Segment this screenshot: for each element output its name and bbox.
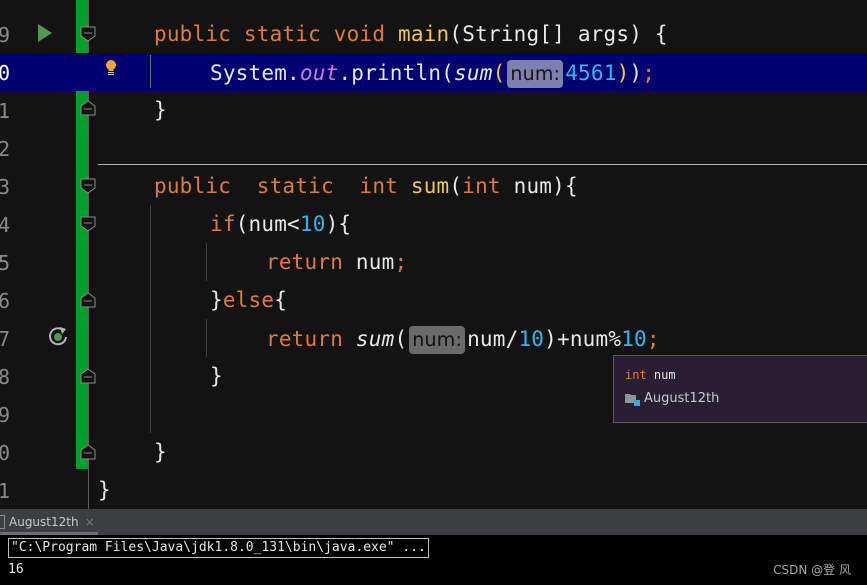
run-console[interactable]: "C:\Program Files\Java\jdk1.8.0_131\bin\… (0, 535, 867, 585)
popup-location[interactable]: August12th (625, 391, 719, 406)
fold-end-icon[interactable] (80, 444, 96, 460)
line-number: 4 (0, 213, 11, 237)
code-text: } (154, 440, 167, 464)
line-number: 0 (0, 441, 11, 465)
code-text: return sum(num: num/10)+num%10; (266, 326, 660, 354)
lightbulb-icon[interactable] (104, 59, 118, 77)
watermark: CSDN @登 风 (773, 563, 851, 577)
line-number: 1 (0, 479, 11, 503)
popup-signature: int num (625, 368, 676, 382)
code-line[interactable]: 9 public static void main(String[] args)… (0, 15, 867, 53)
code-text: System.out.println(sum(num: 4561)); (210, 60, 655, 88)
run-config-icon (0, 515, 5, 529)
code-line[interactable]: 5 return num; (0, 243, 867, 281)
line-number: 7 (0, 327, 11, 351)
code-line-current[interactable]: 0 System.out.println(sum(num: 4561)); (0, 53, 867, 91)
indent-guide (150, 55, 151, 88)
fold-end-icon[interactable] (80, 368, 96, 384)
line-number: 5 (0, 251, 11, 275)
code-line[interactable]: 1 } (0, 471, 867, 509)
line-number: 6 (0, 289, 11, 313)
fold-end-icon[interactable] (80, 292, 96, 308)
line-number: 3 (0, 175, 11, 199)
code-text: return num; (266, 250, 408, 274)
code-text: } (154, 98, 167, 122)
parameter-hint: num: (409, 326, 466, 354)
code-text: }else{ (210, 288, 288, 312)
run-icon[interactable] (37, 24, 53, 42)
tab-label: August12th (9, 515, 79, 529)
line-number: 8 (0, 365, 11, 389)
popup-location-label: August12th (644, 391, 720, 406)
code-line[interactable]: 7 return sum(num: num/10)+num%10; (0, 319, 867, 357)
line-number: 0 (0, 61, 11, 85)
code-editor[interactable]: 9 public static void main(String[] args)… (0, 0, 867, 509)
line-number: 1 (0, 99, 11, 123)
code-line[interactable]: 0 } (0, 433, 867, 471)
fold-collapse-icon[interactable] (80, 26, 96, 42)
recursive-call-icon (49, 327, 67, 346)
close-tab-icon[interactable]: × (85, 515, 95, 529)
code-text: public static int sum(int num){ (154, 174, 578, 198)
method-separator (98, 164, 867, 165)
fold-end-icon[interactable] (80, 100, 96, 116)
code-line[interactable]: 2 (0, 129, 867, 167)
code-line[interactable]: 1 } (0, 91, 867, 129)
line-number: 9 (0, 23, 11, 47)
fold-collapse-icon[interactable] (80, 178, 96, 194)
console-command-line[interactable]: "C:\Program Files\Java\jdk1.8.0_131\bin\… (8, 538, 429, 558)
fold-collapse-icon[interactable] (80, 216, 96, 232)
code-text: if(num<10){ (210, 212, 352, 236)
line-number: 9 (0, 403, 11, 427)
parameter-hint: num: (507, 60, 564, 88)
run-tool-window-tabs: August12th × (0, 509, 867, 535)
code-line[interactable]: 4 if(num<10){ (0, 205, 867, 243)
console-output: 16 (8, 562, 24, 577)
code-text: } (98, 478, 111, 502)
code-line[interactable]: 3 public static int sum(int num){ (0, 167, 867, 205)
code-text: } (210, 364, 223, 388)
class-folder-icon (625, 393, 640, 406)
line-number: 2 (0, 137, 11, 161)
code-text: public static void main(String[] args) { (154, 22, 668, 46)
code-line[interactable]: 6 }else{ (0, 281, 867, 319)
quick-documentation-popup: int num August12th (613, 355, 867, 423)
